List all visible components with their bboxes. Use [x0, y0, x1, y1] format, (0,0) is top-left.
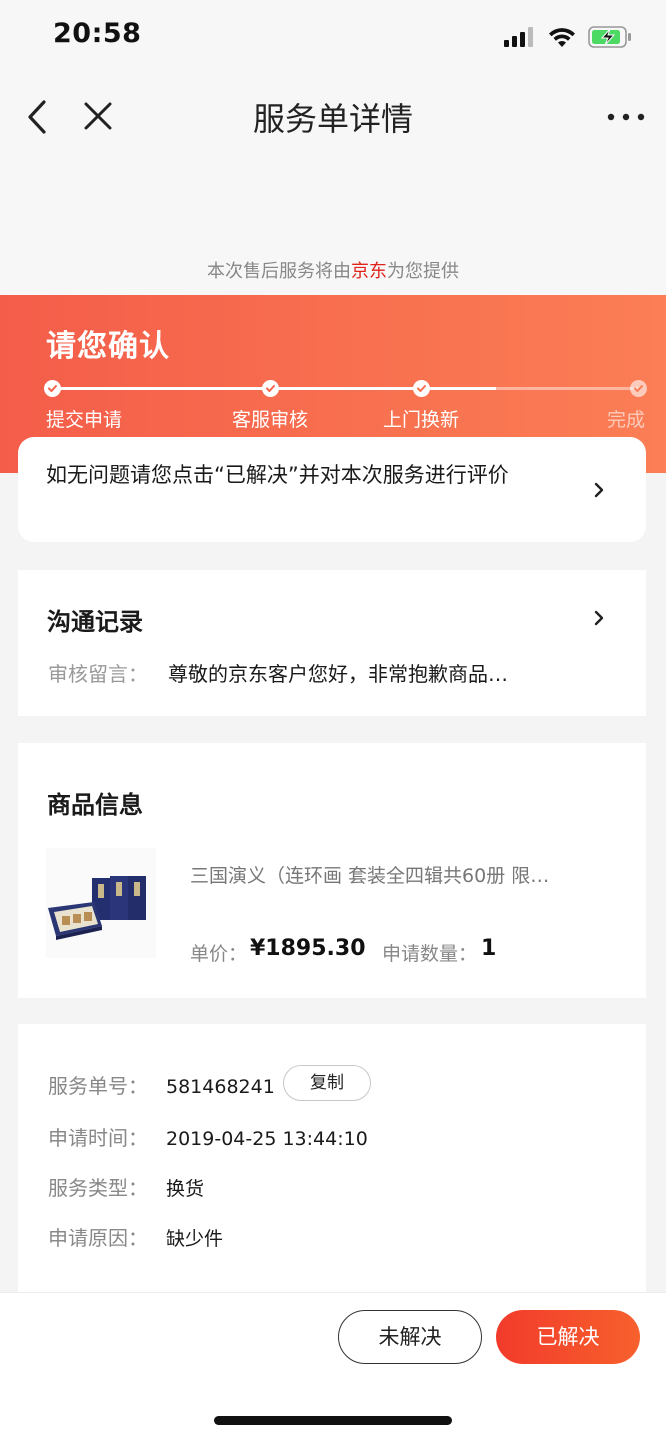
apply-time-label: 申请时间： [48, 1126, 148, 1150]
service-number-row: 服务单号： 581468241 [48, 1070, 275, 1099]
provider-prefix: 本次售后服务将由 [207, 261, 351, 282]
communication-card[interactable]: 沟通记录 审核留言： 尊敬的京东客户您好，非常抱歉商品… [18, 570, 646, 716]
step-dot-1 [44, 380, 61, 397]
product-name[interactable]: 三国演义（连环画 套装全四辑共60册 限… [190, 861, 580, 888]
confirm-card[interactable]: 如无问题请您点击“已解决”并对本次服务进行评价 [18, 437, 646, 542]
apply-reason-value: 缺少件 [166, 1228, 224, 1250]
step-label-4: 完成 [607, 409, 646, 431]
top-spacer [0, 162, 666, 252]
status-bar: 20:58 [0, 0, 666, 72]
service-type-row: 服务类型： 换货 [48, 1172, 204, 1201]
service-number-label: 服务单号： [48, 1074, 148, 1098]
check-icon [634, 385, 643, 392]
chevron-right-icon [594, 482, 604, 498]
review-note-label: 审核留言： [48, 662, 148, 686]
battery-charging-icon [588, 26, 631, 48]
service-info-card: 服务单号： 581468241 复制 申请时间： 2019-04-25 13:44:… [18, 1024, 646, 1294]
provider-notice: 本次售后服务将由京东为您提供 [0, 252, 666, 295]
unresolved-button[interactable]: 未解决 [338, 1310, 482, 1364]
price-value: ¥1895.30 [250, 936, 366, 961]
apply-time-value: 2019-04-25 13:44:10 [166, 1128, 368, 1150]
check-icon [48, 385, 57, 392]
progress-line-remaining [496, 387, 638, 390]
provider-suffix: 为您提供 [387, 261, 459, 282]
status-icons [504, 22, 632, 52]
apply-time-row: 申请时间： 2019-04-25 13:44:10 [48, 1122, 368, 1151]
more-icon[interactable] [606, 102, 646, 132]
check-icon [417, 385, 426, 392]
resolved-button[interactable]: 已解决 [496, 1310, 640, 1364]
product-card: 商品信息 三国演义（连环画 套装全四辑共60册 限… 单价： ¥1895.30 … [18, 743, 646, 998]
provider-vendor: 京东 [351, 261, 387, 282]
step-dot-3 [413, 380, 430, 397]
apply-reason-label: 申请原因： [48, 1226, 148, 1250]
apply-reason-row: 申请原因： 缺少件 [48, 1222, 223, 1251]
bottom-action-bar: 未解决 已解决 [0, 1292, 666, 1441]
page-title: 服务单详情 [252, 100, 413, 138]
review-note-text: 尊敬的京东客户您好，非常抱歉商品… [168, 662, 508, 686]
step-label-1: 提交申请 [46, 409, 123, 431]
step-dot-2 [262, 380, 279, 397]
confirm-text: 如无问题请您点击“已解决”并对本次服务进行评价 [46, 463, 509, 487]
step-label-2: 客服审核 [232, 409, 309, 431]
product-section-title: 商品信息 [47, 791, 143, 819]
service-number-value: 581468241 [166, 1076, 275, 1098]
status-time: 20:58 [53, 18, 142, 49]
quantity-label: 申请数量： [382, 943, 478, 965]
service-type-label: 服务类型： [48, 1176, 148, 1200]
wifi-icon [549, 28, 575, 47]
nav-bar: 服务单详情 [0, 72, 666, 162]
quantity-value: 1 [481, 936, 497, 961]
chevron-right-icon [594, 610, 604, 626]
status-title: 请您确认 [46, 329, 170, 364]
check-icon [266, 385, 275, 392]
service-type-value: 换货 [166, 1178, 205, 1200]
product-image[interactable] [46, 848, 156, 958]
communication-title: 沟通记录 [47, 608, 143, 636]
cellular-signal-icon [504, 27, 533, 47]
step-label-3: 上门换新 [383, 409, 460, 431]
step-dot-4 [630, 380, 647, 397]
home-indicator[interactable] [214, 1416, 452, 1425]
copy-button[interactable]: 复制 [283, 1065, 371, 1101]
price-label: 单价： [190, 943, 248, 965]
